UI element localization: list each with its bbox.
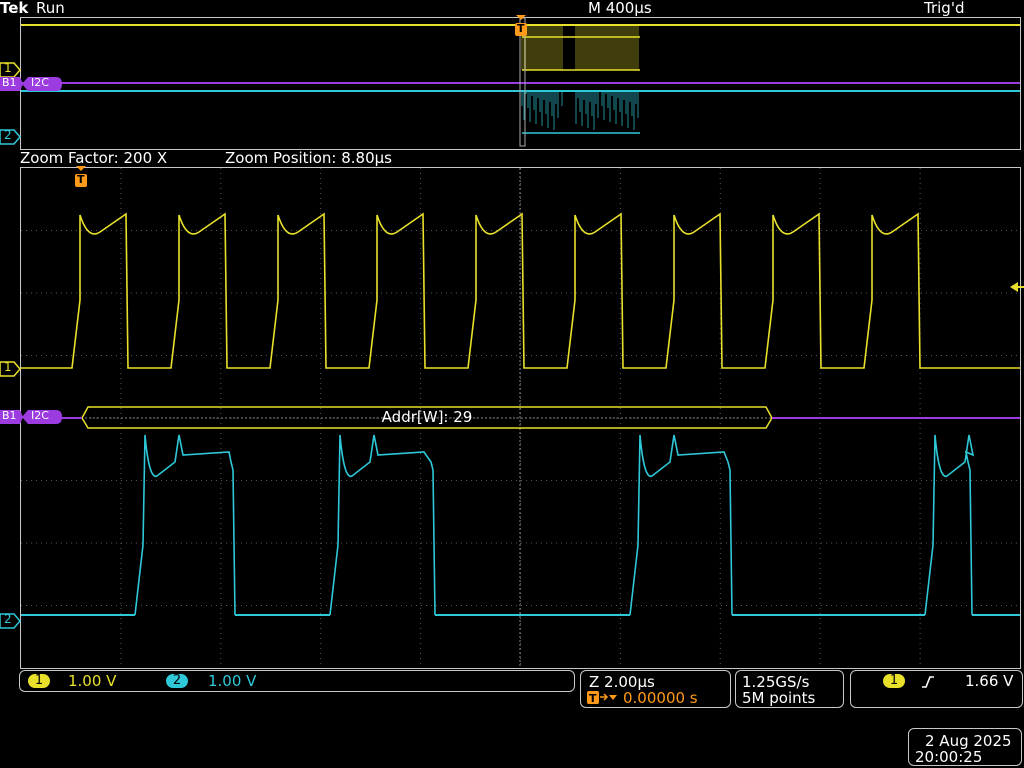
trigger-level: 1.66 V [965,672,1014,690]
ch1-zoom-marker[interactable]: 1 [0,360,22,380]
zoom-timebase: Z 2.00µs [589,673,655,691]
ch2-zoom-pulse [134,434,236,616]
vertical-scale-panel[interactable]: 1 1.00 V 2 1.00 V [19,670,575,692]
svg-text:T: T [589,692,597,705]
ch2-zoom-pulse [329,434,436,616]
ch2-badge[interactable]: 2 [166,674,188,688]
datetime-panel: 2 Aug 2025 20:00:25 [908,728,1022,766]
ch2-zoom-marker[interactable]: 2 [0,612,22,632]
ch1-badge[interactable]: 1 [28,674,50,688]
ch2-zoom-pulse [924,434,975,616]
ch2-scale: 1.00 V [208,672,257,690]
ch2-overview-marker[interactable]: 2 [0,128,22,148]
sample-rate: 1.25GS/s [742,673,810,691]
trigger-panel[interactable]: 1 1.66 V [850,670,1023,708]
date-readout: 2 Aug 2025 [925,732,1012,750]
i2c-decode-label[interactable]: Addr[W]: 29 [82,409,772,425]
trigger-position-marker-overview[interactable]: T [514,15,528,43]
triangle-left-icon[interactable] [1010,278,1024,297]
trigger-position-value: 0.00000 s [623,689,698,707]
record-length: 5M points [742,689,816,707]
ch2-zoom-pulse [629,434,733,616]
arrow-right-icon: T [587,690,623,710]
bus-zoom-marker[interactable]: B1 I2C [0,409,62,428]
zoom-waveforms [21,168,1020,668]
ch1-scale: 1.00 V [68,672,117,690]
time-readout: 20:00:25 [915,748,983,766]
trigger-position-marker-zoom[interactable]: T [74,166,88,194]
bus-overview-marker[interactable]: B1 I2C [0,76,62,95]
rising-edge-icon [921,674,935,693]
trigger-source-badge[interactable]: 1 [883,674,905,688]
horizontal-panel[interactable]: Z 2.00µs T 0.00000 s [580,670,731,708]
acquisition-panel[interactable]: 1.25GS/s 5M points [735,670,844,708]
